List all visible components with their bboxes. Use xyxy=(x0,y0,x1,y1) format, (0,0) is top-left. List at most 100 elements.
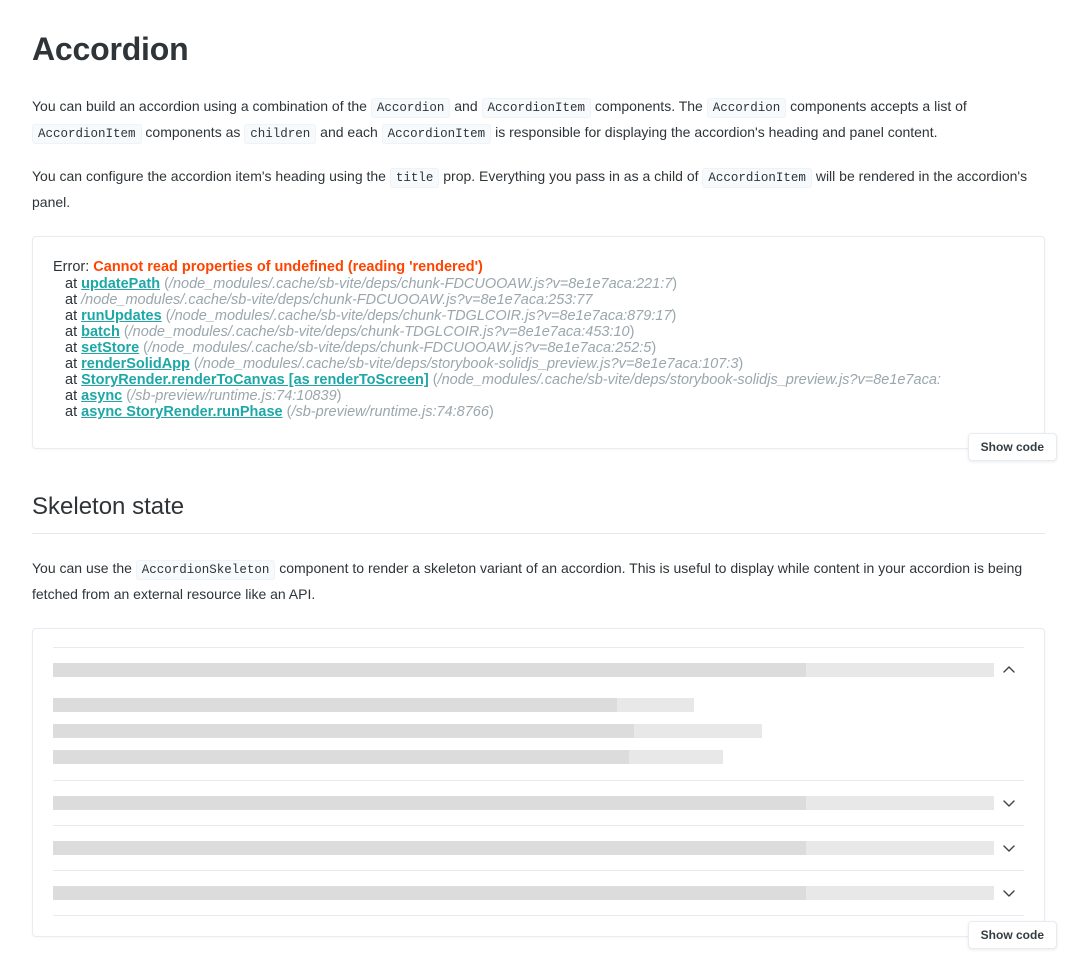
stack-function-link[interactable]: runUpdates xyxy=(81,308,162,324)
show-code-button-skeleton[interactable]: Show code xyxy=(967,920,1057,949)
code-token-accordion: Accordion xyxy=(370,98,451,119)
stack-source-location: /node_modules/.cache/sb-vite/deps/storyb… xyxy=(198,356,739,373)
error-headline: Error: Cannot read properties of undefin… xyxy=(53,259,1024,275)
stack-paren-open: ( xyxy=(139,340,149,357)
skeleton-row-bar-dark xyxy=(53,697,617,712)
accordion-skeleton-header[interactable] xyxy=(53,871,1024,915)
skeleton-preview-panel: Show code xyxy=(32,627,1057,949)
code-token-accordionitem-2: AccordionItem xyxy=(32,124,142,145)
stack-source-location: /node_modules/.cache/sb-vite/deps/chunk-… xyxy=(128,324,630,341)
stack-function-link[interactable]: StoryRender.renderToCanvas [as renderToS… xyxy=(81,372,429,388)
skeleton-header-bar-dark xyxy=(53,840,806,855)
error-message: Cannot read properties of undefined (rea… xyxy=(93,259,483,276)
stack-paren-close: ) xyxy=(672,276,678,293)
section-title-skeleton: Skeleton state xyxy=(32,493,185,521)
stack-trace-line: at runUpdates (/node_modules/.cache/sb-v… xyxy=(53,308,1024,324)
stack-paren-close: ) xyxy=(671,308,677,325)
stack-paren-open: ( xyxy=(160,276,169,293)
page-title: Accordion xyxy=(32,31,189,67)
accordion-skeleton-header[interactable] xyxy=(53,826,1024,870)
stack-trace-line: at renderSolidApp (/node_modules/.cache/… xyxy=(53,356,1024,372)
skeleton-bar xyxy=(53,840,994,855)
stack-paren-close: ) xyxy=(336,388,342,405)
skeleton-panel-row xyxy=(53,749,1024,764)
stack-trace-line: at async (/sb-preview/runtime.js:74:1083… xyxy=(53,388,1024,404)
stack-function-link[interactable]: batch xyxy=(81,324,120,340)
stack-source-location: /node_modules/.cache/sb-vite/deps/chunk-… xyxy=(168,276,673,293)
stack-trace-line: at StoryRender.renderToCanvas [as render… xyxy=(53,372,1024,388)
skeleton-bar xyxy=(53,885,994,900)
stack-trace-line: at async StoryRender.runPhase (/sb-previ… xyxy=(53,404,1024,420)
stack-at-keyword: at xyxy=(65,276,82,293)
stack-function-link[interactable]: renderSolidApp xyxy=(81,356,190,372)
stack-at-keyword: at xyxy=(65,356,82,373)
accordion-skeleton-item xyxy=(53,779,1024,825)
accordion-skeleton-header[interactable] xyxy=(53,648,1024,692)
stack-at-keyword: at xyxy=(65,372,82,389)
stack-paren-open: ( xyxy=(161,308,171,325)
skeleton-section-header: Skeleton state xyxy=(32,491,1045,534)
stack-source-location: /node_modules/.cache/sb-vite/deps/chunk-… xyxy=(170,308,672,325)
skeleton-row-bar-light xyxy=(616,697,694,712)
stack-at-keyword: at xyxy=(65,308,82,325)
error-stack-trace: Error: Cannot read properties of undefin… xyxy=(33,237,1044,448)
code-token-accordionitem: AccordionItem xyxy=(481,98,592,119)
stack-source-location: /sb-preview/runtime.js:74:10839 xyxy=(131,388,337,405)
code-token-title: title xyxy=(389,168,440,189)
stack-source-location: /node_modules/.cache/sb-vite/deps/chunk-… xyxy=(81,292,593,309)
stack-trace-line: at /node_modules/.cache/sb-vite/deps/chu… xyxy=(53,292,1024,308)
stack-paren-close: ) xyxy=(651,340,657,357)
skeleton-header-bar-dark xyxy=(53,662,806,677)
stack-lines: at updatePath (/node_modules/.cache/sb-v… xyxy=(53,276,1024,420)
skeleton-row-bar-dark xyxy=(53,749,630,764)
stack-trace-line: at updatePath (/node_modules/.cache/sb-v… xyxy=(53,276,1024,292)
show-code-button-error[interactable]: Show code xyxy=(967,433,1057,462)
intro-p1-text-2: and xyxy=(450,98,482,115)
skeleton-row-bar-light xyxy=(629,749,723,764)
skeleton-header-bar-light xyxy=(805,662,994,677)
code-token-children: children xyxy=(244,124,317,145)
stack-function-link[interactable]: setStore xyxy=(81,340,139,356)
documentation-page: Accordion You can build an accordion usi… xyxy=(0,0,1077,949)
stack-function-link[interactable]: async StoryRender.runPhase xyxy=(81,404,282,420)
skeleton-header-bar-light xyxy=(805,885,994,900)
intro-p1-text-3: components. The xyxy=(591,98,707,115)
stack-source-location: /node_modules/.cache/sb-vite/deps/chunk-… xyxy=(148,340,652,357)
code-token-accordionskeleton: AccordionSkeleton xyxy=(135,559,276,580)
chevron-down-icon[interactable] xyxy=(994,797,1024,809)
intro-p1-text-1: You can build an accordion using a combi… xyxy=(32,98,371,115)
stack-trace-line: at batch (/node_modules/.cache/sb-vite/d… xyxy=(53,324,1024,340)
skeleton-paragraph: You can use the AccordionSkeleton compon… xyxy=(32,556,1045,606)
skeleton-row-bar-light xyxy=(634,723,762,738)
stack-paren-open: ( xyxy=(189,356,199,373)
skeleton-header-bar-light xyxy=(805,840,994,855)
stack-source-location: /node_modules/.cache/sb-vite/deps/storyb… xyxy=(437,372,941,389)
stack-function-link[interactable]: async xyxy=(81,388,122,404)
chevron-down-icon[interactable] xyxy=(994,842,1024,854)
stack-at-keyword: at xyxy=(65,404,82,421)
intro-p1-text-6: and each xyxy=(316,124,382,141)
code-token-accordionitem-4: AccordionItem xyxy=(702,168,812,189)
stack-trace-line: at setStore (/node_modules/.cache/sb-vit… xyxy=(53,340,1024,356)
skeleton-bar xyxy=(53,723,762,738)
skeleton-panel-row xyxy=(53,697,1024,712)
intro-p2-text-1: You can configure the accordion item's h… xyxy=(32,168,390,185)
accordion-skeleton-header[interactable] xyxy=(53,781,1024,825)
chevron-up-icon[interactable] xyxy=(994,664,1024,676)
stack-paren-open: ( xyxy=(119,324,129,341)
accordion-skeleton xyxy=(33,629,1044,936)
stack-at-keyword: at xyxy=(65,292,82,309)
intro-paragraph-1: You can build an accordion using a combi… xyxy=(32,94,1045,146)
code-token-accordionitem-3: AccordionItem xyxy=(381,124,492,145)
skeleton-bar xyxy=(53,795,994,810)
skeleton-header-bar-dark xyxy=(53,885,806,900)
accordion-skeleton-panel xyxy=(53,692,1024,780)
stack-source-location: /sb-preview/runtime.js:74:8766 xyxy=(291,404,489,421)
intro-p1-text-5: components as xyxy=(141,124,245,141)
stack-paren-close: ) xyxy=(488,404,494,421)
stack-function-link[interactable]: updatePath xyxy=(81,276,160,292)
skeleton-panel-row xyxy=(53,723,1024,738)
skeleton-p-text-1: You can use the xyxy=(32,559,136,576)
accordion-skeleton-item xyxy=(53,869,1024,916)
chevron-down-icon[interactable] xyxy=(994,887,1024,899)
